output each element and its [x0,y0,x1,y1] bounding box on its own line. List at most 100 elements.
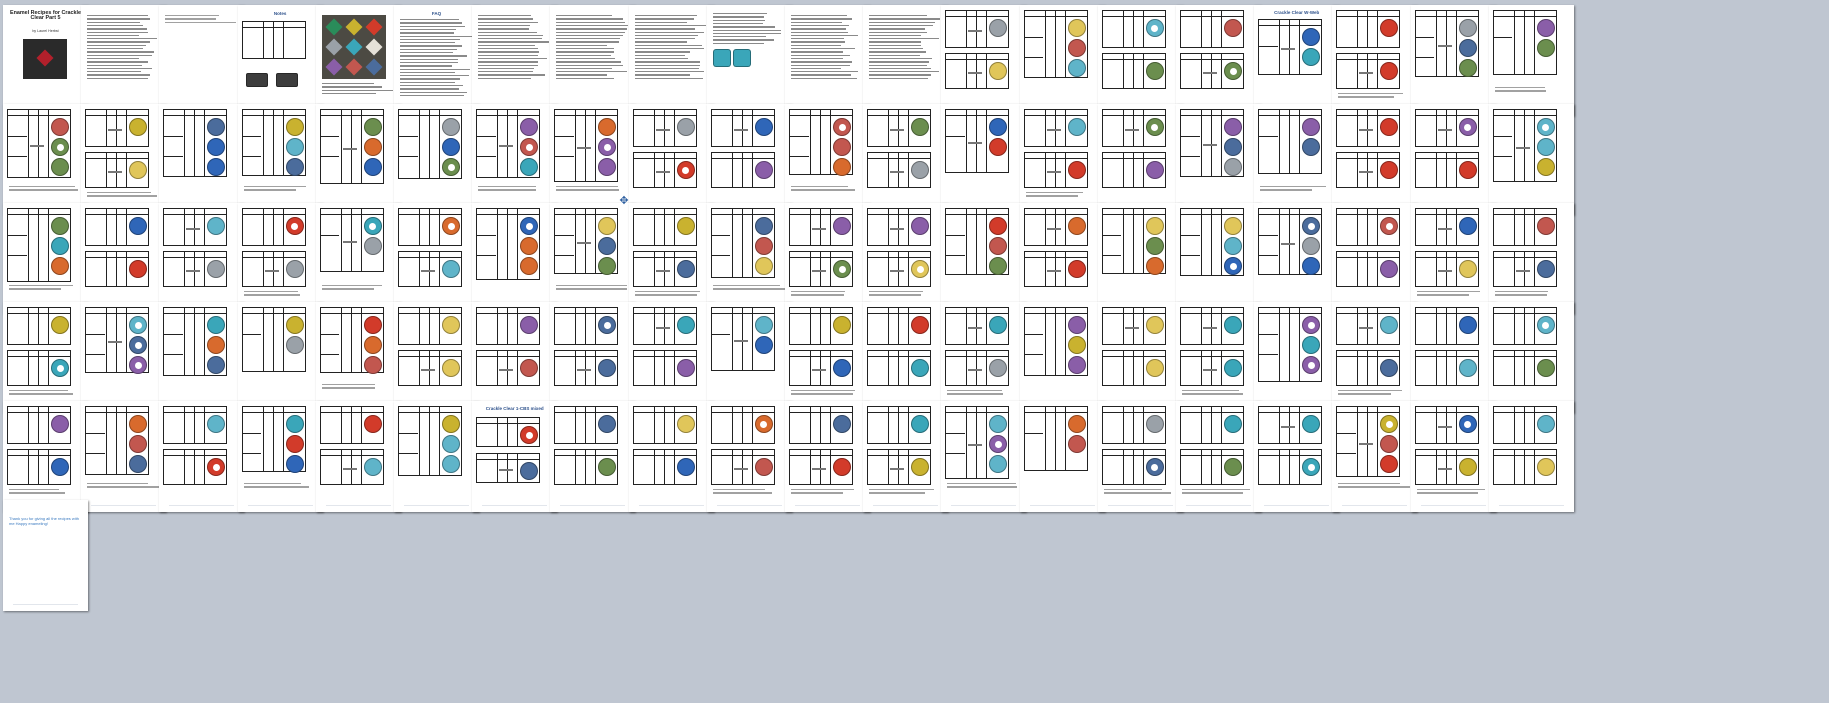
page-thumbnail[interactable] [1488,203,1574,314]
page-thumbnail[interactable] [863,104,949,215]
page-thumbnail[interactable] [550,5,636,116]
page-thumbnail[interactable] [315,302,401,413]
page-thumbnail[interactable] [941,203,1027,314]
page-thumbnail[interactable] [863,203,949,314]
page-thumbnail[interactable] [1332,302,1418,413]
page-thumbnail[interactable] [1410,104,1496,215]
page-thumbnail[interactable] [1410,5,1496,116]
page-thumbnail[interactable] [706,302,792,413]
page-thumbnail[interactable]: Notes [237,5,323,116]
page-thumbnail[interactable] [706,104,792,215]
page-thumbnail[interactable] [394,104,479,215]
page-thumbnail[interactable] [941,5,1027,116]
page-thumbnail[interactable] [1097,203,1183,314]
page-thumbnail[interactable] [1019,302,1105,413]
page-thumbnail[interactable] [785,302,870,413]
page-thumbnail[interactable] [863,302,949,413]
page-thumbnail[interactable] [628,104,714,215]
page-thumbnail[interactable] [628,203,714,314]
page-thumbnail[interactable] [1019,104,1105,215]
page-thumbnail[interactable] [941,302,1027,413]
page-thumbnail[interactable] [1410,302,1496,413]
page-thumbnail[interactable] [1019,401,1105,512]
page-thumbnail[interactable] [1254,401,1340,512]
page-thumbnail[interactable]: Crackle Clear 1-CBS mixed [472,401,558,512]
page-thumbnail[interactable] [1254,203,1340,314]
page-thumbnail[interactable] [863,401,949,512]
page-thumbnail[interactable] [315,5,401,116]
page-thumbnail[interactable] [785,5,870,116]
page-thumbnail[interactable] [1488,5,1574,116]
page-thumbnail[interactable] [1176,401,1261,512]
page-thumbnail[interactable] [1332,104,1418,215]
page-thumbnail[interactable] [472,5,558,116]
page-thumbnail[interactable] [3,302,88,413]
page-thumbnail[interactable] [3,104,88,215]
page-thumbnail[interactable] [1176,104,1261,215]
page-thumbnail[interactable] [81,5,167,116]
page-thumbnail[interactable] [1488,401,1574,512]
page-thumbnail[interactable] [1410,401,1496,512]
page-thumbnail[interactable] [394,401,479,512]
page-thumbnail[interactable] [472,302,558,413]
page-thumbnail[interactable] [159,401,245,512]
page-thumbnail[interactable] [941,401,1027,512]
page-thumbnail[interactable]: Enamel Recipes for Crackle Clear Part 5 b… [3,5,88,116]
page-thumbnail[interactable] [785,104,870,215]
page-thumbnail[interactable]: Crackle Clear W-Web [1254,5,1340,116]
page-thumbnail[interactable] [1488,104,1574,215]
page-thumbnail[interactable] [1332,203,1418,314]
page-thumbnail[interactable] [237,401,323,512]
page-thumbnail[interactable] [941,104,1027,215]
page-thumbnail[interactable] [550,401,636,512]
page-thumbnail[interactable] [1254,104,1340,215]
page-thumbnail[interactable] [394,203,479,314]
page-thumbnail[interactable] [1332,5,1418,116]
page-thumbnail[interactable] [81,302,167,413]
page-thumbnail[interactable]: Thank you for giving all the recipes wit… [3,500,88,611]
page-thumbnail[interactable] [394,302,479,413]
page-thumbnail[interactable] [472,203,558,314]
page-thumbnail[interactable] [550,302,636,413]
page-thumbnail[interactable] [1488,302,1574,413]
page-thumbnail[interactable] [159,203,245,314]
page-thumbnail[interactable] [706,401,792,512]
page-thumbnail[interactable] [1410,203,1496,314]
page-thumbnail[interactable] [628,302,714,413]
page-thumbnail[interactable] [81,104,167,215]
page-thumbnail[interactable] [628,401,714,512]
page-thumbnail[interactable] [3,203,88,314]
page-thumbnail[interactable] [1097,104,1183,215]
page-thumbnail[interactable] [237,203,323,314]
page-thumbnail[interactable] [81,401,167,512]
page-thumbnail[interactable] [706,203,792,314]
page-thumbnail[interactable] [315,401,401,512]
page-thumbnail[interactable] [1176,5,1261,116]
page-thumbnail[interactable] [1176,203,1261,314]
page-thumbnail[interactable]: FAQ [394,5,479,116]
page-thumbnail[interactable] [159,104,245,215]
page-thumbnail[interactable] [159,302,245,413]
page-thumbnail[interactable] [1097,5,1183,116]
page-thumbnail[interactable] [1097,302,1183,413]
page-thumbnail[interactable] [863,5,949,116]
page-thumbnail[interactable] [1254,302,1340,413]
page-thumbnail[interactable] [237,104,323,215]
page-thumbnail[interactable] [550,203,636,314]
page-thumbnail[interactable] [785,203,870,314]
page-thumbnail[interactable] [706,5,792,116]
page-thumbnail[interactable] [1019,5,1105,116]
page-thumbnail[interactable] [159,5,245,116]
page-thumbnail[interactable] [237,302,323,413]
page-thumbnail[interactable] [1332,401,1418,512]
page-thumbnail[interactable] [1097,401,1183,512]
page-thumbnail[interactable] [785,401,870,512]
page-thumbnail[interactable] [315,203,401,314]
page-thumbnail[interactable] [1019,203,1105,314]
page-thumbnail[interactable] [628,5,714,116]
page-thumbnail[interactable] [3,401,88,512]
page-thumbnail[interactable] [315,104,401,215]
page-thumbnail[interactable] [472,104,558,215]
page-thumbnail[interactable] [1176,302,1261,413]
page-thumbnail[interactable] [81,203,167,314]
